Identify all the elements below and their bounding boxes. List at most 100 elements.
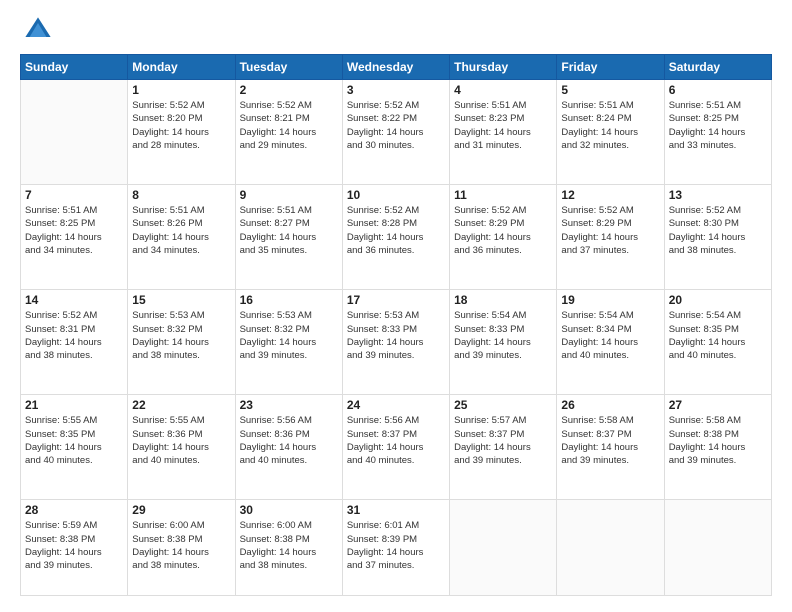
calendar-cell: 14Sunrise: 5:52 AM Sunset: 8:31 PM Dayli…: [21, 290, 128, 395]
calendar-cell: 24 Sunrise: 5:56 AM Sunset: 8:37 PM Dayli…: [342, 395, 449, 500]
day-info: Sunrise: 5:52 AM Sunset: 8:29 PM Dayligh…: [561, 204, 659, 257]
day-number: 31: [347, 503, 445, 517]
day-info: Sunrise: 5:51 AM Sunset: 8:26 PM Dayligh…: [132, 204, 230, 257]
day-number: 5: [561, 83, 659, 97]
day-info: Sunrise: 5:52 AM Sunset: 8:29 PM Dayligh…: [454, 204, 552, 257]
day-number: 24: [347, 398, 445, 412]
calendar-cell: 18 Sunrise: 5:54 AM Sunset: 8:33 PM Dayli…: [450, 290, 557, 395]
day-number: 17: [347, 293, 445, 307]
day-info: Sunrise: 5:52 AM Sunset: 8:31 PM Dayligh…: [25, 309, 123, 362]
day-info: Sunrise: 5:51 AM Sunset: 8:25 PM Dayligh…: [25, 204, 123, 257]
day-number: 11: [454, 188, 552, 202]
day-info: Sunrise: 5:52 AM Sunset: 8:28 PM Dayligh…: [347, 204, 445, 257]
weekday-header-wednesday: Wednesday: [342, 55, 449, 80]
weekday-header-thursday: Thursday: [450, 55, 557, 80]
day-number: 20: [669, 293, 767, 307]
day-number: 26: [561, 398, 659, 412]
day-info: Sunrise: 5:52 AM Sunset: 8:21 PM Dayligh…: [240, 99, 338, 152]
header: [20, 16, 772, 44]
day-info: Sunrise: 5:54 AM Sunset: 8:34 PM Dayligh…: [561, 309, 659, 362]
day-number: 25: [454, 398, 552, 412]
day-number: 9: [240, 188, 338, 202]
calendar-cell: 31Sunrise: 6:01 AM Sunset: 8:39 PM Dayli…: [342, 500, 449, 596]
day-info: Sunrise: 5:52 AM Sunset: 8:30 PM Dayligh…: [669, 204, 767, 257]
calendar-cell: 19 Sunrise: 5:54 AM Sunset: 8:34 PM Dayli…: [557, 290, 664, 395]
calendar-cell: 21Sunrise: 5:55 AM Sunset: 8:35 PM Dayli…: [21, 395, 128, 500]
calendar-cell: 1 Sunrise: 5:52 AM Sunset: 8:20 PM Daylig…: [128, 80, 235, 185]
calendar-body: 1 Sunrise: 5:52 AM Sunset: 8:20 PM Daylig…: [21, 80, 772, 596]
calendar-cell: 13 Sunrise: 5:52 AM Sunset: 8:30 PM Dayli…: [664, 185, 771, 290]
day-number: 16: [240, 293, 338, 307]
calendar-table: SundayMondayTuesdayWednesdayThursdayFrid…: [20, 54, 772, 596]
day-info: Sunrise: 5:59 AM Sunset: 8:38 PM Dayligh…: [25, 519, 123, 572]
day-number: 10: [347, 188, 445, 202]
day-info: Sunrise: 5:53 AM Sunset: 8:33 PM Dayligh…: [347, 309, 445, 362]
day-number: 4: [454, 83, 552, 97]
calendar-cell: 20 Sunrise: 5:54 AM Sunset: 8:35 PM Dayli…: [664, 290, 771, 395]
day-info: Sunrise: 5:53 AM Sunset: 8:32 PM Dayligh…: [132, 309, 230, 362]
day-number: 12: [561, 188, 659, 202]
day-info: Sunrise: 5:56 AM Sunset: 8:37 PM Dayligh…: [347, 414, 445, 467]
day-number: 6: [669, 83, 767, 97]
day-number: 22: [132, 398, 230, 412]
calendar-cell: 16 Sunrise: 5:53 AM Sunset: 8:32 PM Dayli…: [235, 290, 342, 395]
day-number: 8: [132, 188, 230, 202]
calendar-week-2: 7Sunrise: 5:51 AM Sunset: 8:25 PM Daylig…: [21, 185, 772, 290]
calendar-cell: [664, 500, 771, 596]
logo: [20, 16, 52, 44]
day-info: Sunrise: 5:51 AM Sunset: 8:25 PM Dayligh…: [669, 99, 767, 152]
calendar-cell: 25 Sunrise: 5:57 AM Sunset: 8:37 PM Dayli…: [450, 395, 557, 500]
day-number: 28: [25, 503, 123, 517]
day-info: Sunrise: 6:00 AM Sunset: 8:38 PM Dayligh…: [132, 519, 230, 572]
day-number: 13: [669, 188, 767, 202]
calendar-cell: 27Sunrise: 5:58 AM Sunset: 8:38 PM Dayli…: [664, 395, 771, 500]
weekday-header-saturday: Saturday: [664, 55, 771, 80]
day-info: Sunrise: 5:52 AM Sunset: 8:20 PM Dayligh…: [132, 99, 230, 152]
day-info: Sunrise: 5:52 AM Sunset: 8:22 PM Dayligh…: [347, 99, 445, 152]
day-number: 1: [132, 83, 230, 97]
day-number: 15: [132, 293, 230, 307]
weekday-header-sunday: Sunday: [21, 55, 128, 80]
day-info: Sunrise: 5:53 AM Sunset: 8:32 PM Dayligh…: [240, 309, 338, 362]
calendar-week-3: 14Sunrise: 5:52 AM Sunset: 8:31 PM Dayli…: [21, 290, 772, 395]
calendar-cell: 9 Sunrise: 5:51 AM Sunset: 8:27 PM Daylig…: [235, 185, 342, 290]
day-info: Sunrise: 5:54 AM Sunset: 8:35 PM Dayligh…: [669, 309, 767, 362]
day-number: 2: [240, 83, 338, 97]
calendar-cell: 4Sunrise: 5:51 AM Sunset: 8:23 PM Daylig…: [450, 80, 557, 185]
calendar-cell: [450, 500, 557, 596]
calendar-week-4: 21Sunrise: 5:55 AM Sunset: 8:35 PM Dayli…: [21, 395, 772, 500]
day-info: Sunrise: 5:54 AM Sunset: 8:33 PM Dayligh…: [454, 309, 552, 362]
day-number: 19: [561, 293, 659, 307]
logo-icon: [24, 16, 52, 44]
calendar-cell: 29Sunrise: 6:00 AM Sunset: 8:38 PM Dayli…: [128, 500, 235, 596]
calendar-cell: 30Sunrise: 6:00 AM Sunset: 8:38 PM Dayli…: [235, 500, 342, 596]
weekday-header-friday: Friday: [557, 55, 664, 80]
calendar-cell: 17 Sunrise: 5:53 AM Sunset: 8:33 PM Dayli…: [342, 290, 449, 395]
calendar-cell: 6 Sunrise: 5:51 AM Sunset: 8:25 PM Daylig…: [664, 80, 771, 185]
calendar-cell: 15 Sunrise: 5:53 AM Sunset: 8:32 PM Dayli…: [128, 290, 235, 395]
calendar-cell: 3 Sunrise: 5:52 AM Sunset: 8:22 PM Daylig…: [342, 80, 449, 185]
calendar-cell: 12 Sunrise: 5:52 AM Sunset: 8:29 PM Dayli…: [557, 185, 664, 290]
calendar-cell: [21, 80, 128, 185]
day-info: Sunrise: 5:58 AM Sunset: 8:38 PM Dayligh…: [669, 414, 767, 467]
day-number: 23: [240, 398, 338, 412]
day-info: Sunrise: 5:55 AM Sunset: 8:36 PM Dayligh…: [132, 414, 230, 467]
day-info: Sunrise: 5:56 AM Sunset: 8:36 PM Dayligh…: [240, 414, 338, 467]
day-number: 3: [347, 83, 445, 97]
day-number: 18: [454, 293, 552, 307]
weekday-header-monday: Monday: [128, 55, 235, 80]
page: SundayMondayTuesdayWednesdayThursdayFrid…: [0, 0, 792, 612]
weekday-header-row: SundayMondayTuesdayWednesdayThursdayFrid…: [21, 55, 772, 80]
calendar-cell: 2 Sunrise: 5:52 AM Sunset: 8:21 PM Daylig…: [235, 80, 342, 185]
weekday-header-tuesday: Tuesday: [235, 55, 342, 80]
calendar-cell: [557, 500, 664, 596]
day-info: Sunrise: 5:51 AM Sunset: 8:27 PM Dayligh…: [240, 204, 338, 257]
calendar-cell: 10 Sunrise: 5:52 AM Sunset: 8:28 PM Dayli…: [342, 185, 449, 290]
calendar-week-5: 28 Sunrise: 5:59 AM Sunset: 8:38 PM Dayli…: [21, 500, 772, 596]
day-number: 30: [240, 503, 338, 517]
calendar-cell: 8 Sunrise: 5:51 AM Sunset: 8:26 PM Daylig…: [128, 185, 235, 290]
calendar-cell: 7Sunrise: 5:51 AM Sunset: 8:25 PM Daylig…: [21, 185, 128, 290]
calendar-cell: 26Sunrise: 5:58 AM Sunset: 8:37 PM Dayli…: [557, 395, 664, 500]
calendar-cell: 5Sunrise: 5:51 AM Sunset: 8:24 PM Daylig…: [557, 80, 664, 185]
day-info: Sunrise: 5:57 AM Sunset: 8:37 PM Dayligh…: [454, 414, 552, 467]
